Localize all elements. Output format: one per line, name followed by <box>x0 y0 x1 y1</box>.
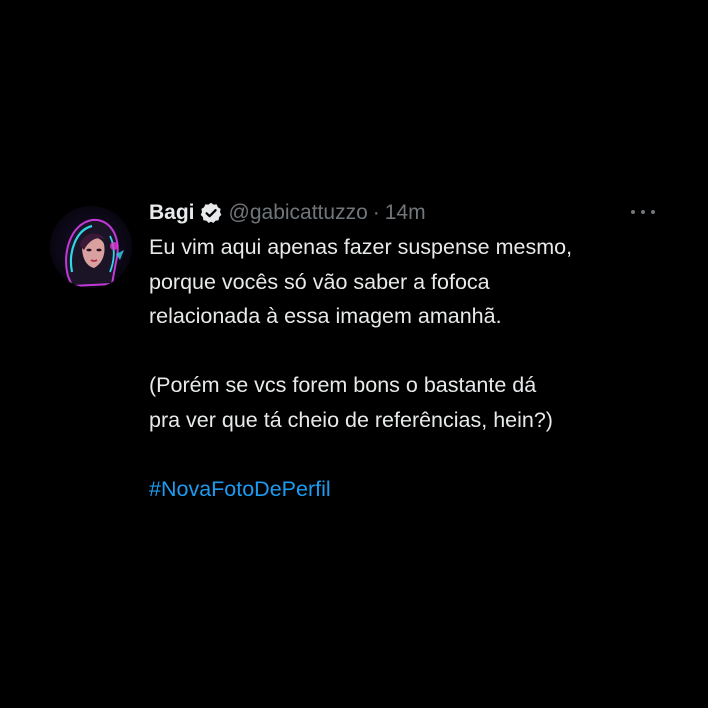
verified-badge-icon <box>199 201 223 225</box>
tweet-header: Bagi @gabicattuzzo · 14m <box>149 196 649 230</box>
tweet-paragraph-1: Eu vim aqui apenas fazer suspense mesmo,… <box>149 230 649 334</box>
tweet-line: (Porém se vcs forem bons o bastante dá <box>149 373 537 397</box>
avatar[interactable] <box>50 206 132 288</box>
hashtag-link[interactable]: #NovaFotoDePerfil <box>149 477 331 501</box>
tweet-content: Bagi @gabicattuzzo · 14m Eu vim aqui ape… <box>149 196 655 506</box>
tweet-line: pra ver que tá cheio de referências, hei… <box>149 407 553 432</box>
tweet-line: relacionada à essa imagem amanhã. <box>149 304 502 328</box>
avatar-illustration-icon <box>50 206 132 288</box>
author-name[interactable]: Bagi <box>149 201 195 225</box>
more-options-icon[interactable] <box>629 202 657 222</box>
tweet-text: Eu vim aqui apenas fazer suspense mesmo,… <box>149 230 649 506</box>
separator-dot: · <box>372 201 380 224</box>
timestamp[interactable]: 14m <box>385 201 426 225</box>
tweet-paragraph-2: (Porém se vcs forem bons o bastante dá p… <box>149 368 649 437</box>
hashtag-line: #NovaFotoDePerfil <box>149 472 649 507</box>
tweet-line: Eu vim aqui apenas fazer suspense mesmo, <box>149 235 573 259</box>
tweet-line: porque vocês só vão saber a fofoca <box>149 269 490 294</box>
author-handle[interactable]: @gabicattuzzo <box>229 201 368 225</box>
